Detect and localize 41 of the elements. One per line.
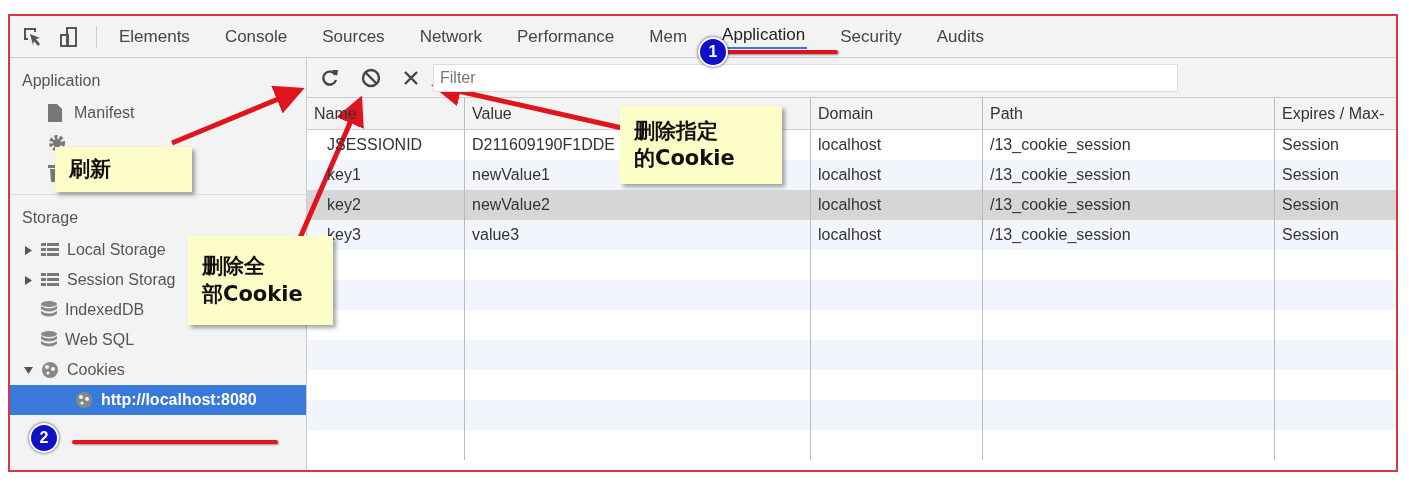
tab[interactable]: Console	[222, 26, 290, 47]
tab[interactable]: Performance	[515, 26, 617, 47]
cookie-icon	[41, 361, 59, 379]
grid-icon	[41, 243, 59, 257]
column-header[interactable]: Expires / Max-	[1275, 98, 1396, 129]
file-icon	[48, 104, 62, 122]
tab[interactable]: Audits	[934, 26, 986, 47]
tree-item[interactable]: http://localhost:8080	[10, 385, 306, 415]
tab[interactable]: Security	[838, 26, 904, 47]
collapsed-arrow-icon[interactable]	[24, 245, 33, 255]
delete-icon[interactable]	[403, 69, 419, 86]
section-title: Storage	[21, 209, 80, 228]
database-icon	[41, 301, 57, 319]
tree-item[interactable]: Web SQL	[10, 325, 306, 355]
expanded-arrow-icon[interactable]	[24, 365, 33, 375]
table-cell-text: Session	[1281, 165, 1340, 185]
device-icon[interactable]	[58, 25, 80, 48]
tab[interactable]: Mem	[647, 26, 690, 47]
table-cell-text: Session	[1281, 135, 1340, 155]
filter-field[interactable]: Filter	[433, 63, 1178, 92]
callout-tooltip: 删除指定 的Cookie	[620, 106, 782, 184]
clear-all-icon[interactable]	[361, 67, 381, 88]
sidebar-item[interactable]: Manifest	[10, 98, 306, 128]
refresh-icon[interactable]	[321, 68, 339, 87]
collapsed-arrow-icon[interactable]	[24, 275, 33, 285]
tab[interactable]: Network	[417, 26, 484, 47]
callout-tooltip: 刷新	[55, 147, 192, 192]
table-row[interactable]: key2 newValue2 localhost /13_cookie_session Session	[307, 190, 1396, 220]
cookie-icon	[75, 391, 93, 409]
gear-icon	[48, 134, 66, 152]
section-title: Application	[21, 72, 102, 91]
database-icon	[41, 331, 57, 349]
tab[interactable]: Sources	[320, 26, 387, 47]
table-cell-text: Session	[1281, 195, 1340, 215]
column-header[interactable]: Domain	[811, 98, 983, 129]
grid-icon	[41, 273, 59, 287]
tab[interactable]: Elements	[117, 26, 192, 47]
table-cell-text: Session	[1281, 225, 1340, 245]
column-header[interactable]: Path	[983, 98, 1275, 129]
tree-item[interactable]: Cookies	[10, 355, 306, 385]
callout-tooltip: 删除全 部Cookie	[188, 236, 333, 325]
